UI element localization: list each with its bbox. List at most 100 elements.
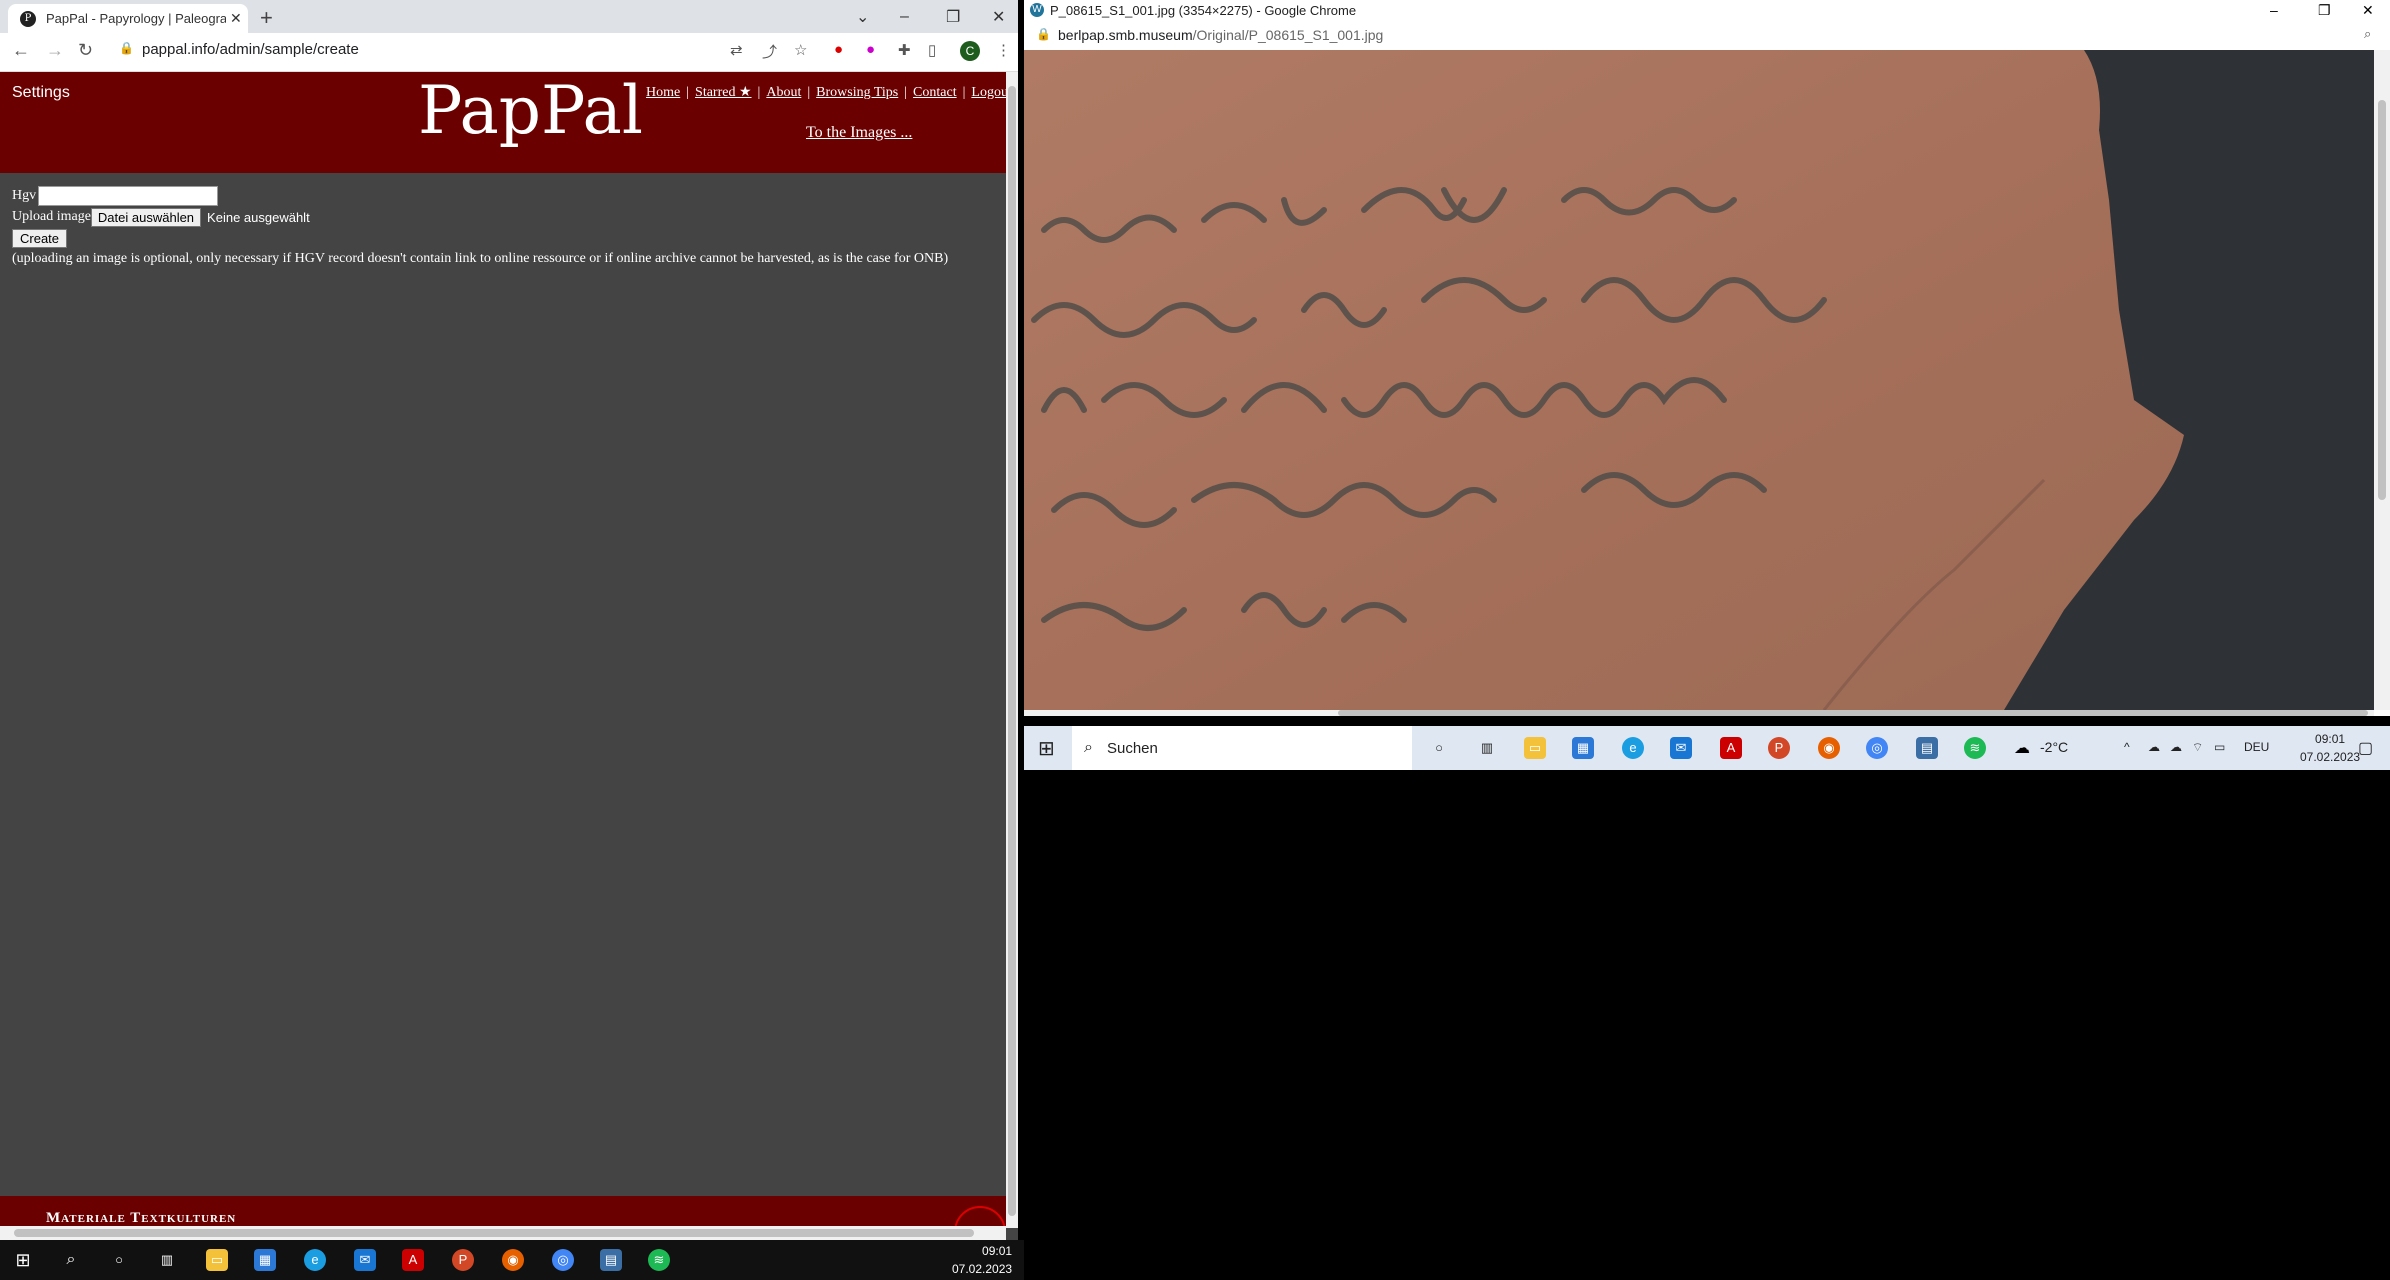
mail-icon[interactable]: ✉ xyxy=(1670,737,1692,759)
site-footer: Materiale Textkulturen xyxy=(0,1196,1006,1240)
create-button[interactable]: Create xyxy=(12,228,68,248)
chrome-icon[interactable]: ◎ xyxy=(1866,737,1888,759)
store-icon[interactable]: ▦ xyxy=(1572,737,1594,759)
back-icon[interactable]: ← xyxy=(12,40,30,61)
search-icon[interactable]: ⌕ xyxy=(60,1249,82,1271)
right-vertical-scrollbar[interactable] xyxy=(2374,50,2390,710)
acrobat-icon[interactable]: A xyxy=(1720,737,1742,759)
close-tab-icon[interactable]: ✕ xyxy=(230,10,242,27)
mail-icon[interactable]: ✉ xyxy=(354,1249,376,1271)
powerpoint-icon[interactable]: P xyxy=(452,1249,474,1271)
tray-onedrive-icon[interactable]: ☁ xyxy=(2170,740,2182,754)
right-horizontal-scrollbar[interactable] xyxy=(1024,710,2374,716)
translate-icon[interactable]: ⇄ xyxy=(730,41,743,59)
edge-icon[interactable]: e xyxy=(1622,737,1644,759)
to-images-link[interactable]: To the Images ... xyxy=(806,124,912,142)
tab-title: PapPal - Papyrology | Paleograph xyxy=(46,11,226,26)
lock-icon: 🔒 xyxy=(1036,27,1051,41)
zoom-icon[interactable]: ⌕ xyxy=(2364,26,2371,42)
wifi-icon[interactable]: ⌔ xyxy=(2192,740,2203,755)
left-browser-window: P PapPal - Papyrology | Paleograph ✕ + ⌄… xyxy=(0,0,1018,1240)
search-icon: ⌕ xyxy=(1084,739,1093,756)
menu-dots-icon[interactable]: ⋮ xyxy=(996,41,1011,59)
notification-icon[interactable]: ▢ xyxy=(2358,738,2373,758)
clock-time: 09:01 xyxy=(982,1244,1013,1258)
minimize-icon[interactable]: – xyxy=(2270,2,2278,18)
horizontal-scrollbar[interactable] xyxy=(0,1226,1006,1240)
papyrus-image xyxy=(1024,50,2374,710)
task-view-icon[interactable]: ▥ xyxy=(156,1249,178,1271)
settings-link[interactable]: Settings xyxy=(12,84,70,102)
restore-icon[interactable]: ❐ xyxy=(2318,2,2331,19)
share-icon[interactable]: ⤴ xyxy=(762,41,777,62)
close-window-icon[interactable]: ✕ xyxy=(992,0,1005,33)
address-bar[interactable]: pappal.info/admin/sample/create xyxy=(142,41,359,58)
language-indicator[interactable]: DEU xyxy=(2244,740,2269,754)
nav-contact[interactable]: Contact xyxy=(913,85,957,100)
papyrus-fragment-illustration xyxy=(1024,50,2374,710)
windows-start-icon[interactable]: ⊞ xyxy=(1038,736,1055,761)
right-title-bar: W P_08615_S1_001.jpg (3354×2275) - Googl… xyxy=(1024,0,2390,22)
bookmark-star-icon[interactable]: ☆ xyxy=(794,41,807,59)
cortana-icon[interactable]: ○ xyxy=(108,1249,130,1271)
chrome-icon[interactable]: ◎ xyxy=(552,1249,574,1271)
weather-temp[interactable]: -2°C xyxy=(2040,739,2068,755)
nav-starred[interactable]: Starred ★ xyxy=(695,85,751,100)
profile-avatar[interactable]: C xyxy=(960,41,980,61)
edge-icon[interactable]: e xyxy=(304,1249,326,1271)
task-view-icon[interactable]: ▥ xyxy=(1476,737,1498,759)
cortana-icon[interactable]: ○ xyxy=(1428,737,1450,759)
nav-about[interactable]: About xyxy=(766,85,801,100)
site-logo[interactable]: PapPal xyxy=(418,72,643,149)
nav-home[interactable]: Home xyxy=(646,85,680,100)
top-navigation: Home | Starred ★ | About | Browsing Tips | Conta… xyxy=(646,85,1008,100)
taskbar-clock[interactable]: 09:01 07.02.2023 xyxy=(2300,730,2360,766)
firefox-icon[interactable]: ◉ xyxy=(1818,737,1840,759)
choose-file-button[interactable]: Datei auswählen xyxy=(90,207,202,227)
right-address-bar[interactable]: 🔒 berlpap.smb.museum/Original/P_08615_S1… xyxy=(1024,22,2390,50)
forward-icon[interactable]: → xyxy=(46,40,64,61)
search-label: Suchen xyxy=(1106,739,1158,757)
restore-icon[interactable]: ❐ xyxy=(946,0,960,33)
weather-icon[interactable]: ☁ xyxy=(2014,738,2030,758)
clock-date: 07.02.2023 xyxy=(2300,750,2361,764)
vertical-scrollbar[interactable] xyxy=(1006,72,1018,1228)
clock-time: 09:01 xyxy=(2315,732,2346,746)
reload-icon[interactable]: ↻ xyxy=(78,40,93,61)
tab-search-icon[interactable]: ⌄ xyxy=(856,0,869,33)
main-taskbar-clock[interactable]: 09:01 07.02.2023 xyxy=(952,1242,1012,1278)
tab-pappal[interactable]: P PapPal - Papyrology | Paleograph ✕ xyxy=(8,4,248,33)
right-window-title: P_08615_S1_001.jpg (3354×2275) - Google … xyxy=(1050,3,1357,18)
extensions-puzzle-icon[interactable]: ✚ xyxy=(898,41,911,59)
powerpoint-icon[interactable]: P xyxy=(1768,737,1790,759)
clock-date: 07.02.2023 xyxy=(952,1262,1013,1276)
create-sample-form: Hgv Upload image Datei auswählen Keine a… xyxy=(12,186,948,270)
extension-red-icon[interactable]: ● xyxy=(834,41,843,58)
windows-start-icon[interactable]: ⊞ xyxy=(12,1249,34,1271)
right-browser-window: W P_08615_S1_001.jpg (3354×2275) - Googl… xyxy=(1024,0,2390,716)
file-explorer-icon[interactable]: ▭ xyxy=(206,1249,228,1271)
store-icon[interactable]: ▦ xyxy=(254,1249,276,1271)
tray-chevron-icon[interactable]: ^ xyxy=(2124,740,2130,754)
main-taskbar: ⊞ ⌕ ○ ▥ ▭ ▦ e ✉ A P ◉ ◎ ▤ ≋ 09:01 07.02.… xyxy=(0,1240,1024,1280)
hgv-input[interactable] xyxy=(38,186,219,206)
tray-cloud-icon[interactable]: ☁ xyxy=(2148,740,2160,754)
battery-icon[interactable]: ▭ xyxy=(2214,740,2225,754)
close-window-icon[interactable]: ✕ xyxy=(2362,2,2374,19)
spotify-icon[interactable]: ≋ xyxy=(648,1249,670,1271)
minimize-icon[interactable]: – xyxy=(900,0,909,33)
app-window-icon[interactable]: ▤ xyxy=(1916,737,1938,759)
file-explorer-icon[interactable]: ▭ xyxy=(1524,737,1546,759)
extension-purple-icon[interactable]: ● xyxy=(866,41,875,58)
app-window-icon[interactable]: ▤ xyxy=(600,1249,622,1271)
nav-logout[interactable]: Logou xyxy=(971,85,1008,100)
new-tab-icon[interactable]: + xyxy=(260,5,273,31)
spotify-icon[interactable]: ≋ xyxy=(1964,737,1986,759)
firefox-icon[interactable]: ◉ xyxy=(502,1249,524,1271)
upload-note: (uploading an image is optional, only ne… xyxy=(12,251,949,266)
taskbar-search-box[interactable]: ⌕ Suchen xyxy=(1072,726,1412,770)
side-panel-icon[interactable]: ▯ xyxy=(928,41,936,59)
acrobat-icon[interactable]: A xyxy=(402,1249,424,1271)
nav-browsing-tips[interactable]: Browsing Tips xyxy=(816,85,898,100)
site-header: Settings PapPal Home | Starred ★ | About | Bro… xyxy=(0,72,1008,173)
